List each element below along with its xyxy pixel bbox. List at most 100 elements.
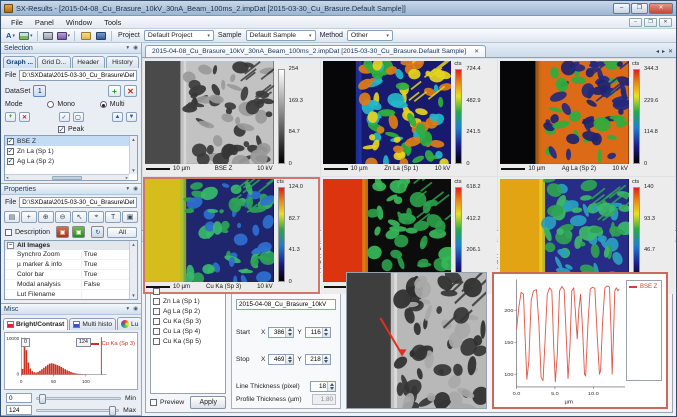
scroll-down-icon[interactable]: ▼: [131, 293, 135, 298]
multi-radio[interactable]: [99, 101, 107, 108]
move-down-button[interactable]: ▼: [126, 112, 137, 122]
stop-x-input[interactable]: [269, 354, 286, 364]
table-row[interactable]: Modal analysis False: [5, 280, 137, 290]
spin-up-icon[interactable]: [287, 328, 292, 332]
mdi-minimize-button[interactable]: –: [629, 17, 642, 27]
mdi-close-button[interactable]: ✕: [659, 17, 672, 27]
checkbox[interactable]: [7, 136, 14, 145]
document-tab[interactable]: 2015-04-08_Cu_Brasure_10kV_30nA_Beam_100…: [145, 45, 487, 57]
text-tool-button[interactable]: T: [105, 211, 122, 223]
line-thickness-stepper[interactable]: [310, 381, 336, 392]
scrollbar-thumb[interactable]: [52, 175, 82, 180]
stop-y-input[interactable]: [305, 354, 322, 364]
preview-checkbox[interactable]: [150, 399, 157, 406]
maximize-button[interactable]: ❐: [631, 2, 648, 14]
spin-up-icon[interactable]: [324, 355, 329, 359]
map-image[interactable]: [145, 61, 274, 164]
pin-icon[interactable]: ◉: [133, 306, 138, 312]
add-dataset-button[interactable]: +: [108, 85, 121, 97]
detector-button[interactable]: ▾: [56, 30, 70, 41]
cursor-button[interactable]: ↖: [71, 211, 88, 223]
collapse-icon[interactable]: ▾: [126, 306, 129, 312]
max-input[interactable]: [6, 405, 32, 415]
start-y-stepper[interactable]: [304, 326, 331, 338]
list-item[interactable]: Ag La (Sp 2): [152, 306, 224, 316]
map-panel-ag-la[interactable]: 10 µm Ag La (Sp 2) 10 kV cts 344.3 229.6 114…: [498, 59, 675, 176]
max-slider[interactable]: [36, 405, 120, 416]
scroll-up-icon[interactable]: ▲: [131, 242, 135, 247]
snapshot-red-button[interactable]: ▣: [56, 226, 70, 238]
min-input[interactable]: [6, 393, 32, 403]
tab-nav-right-button[interactable]: ▸: [662, 48, 665, 55]
slider-thumb[interactable]: [109, 405, 117, 416]
min-marker[interactable]: 0: [21, 338, 31, 347]
method-select[interactable]: Other ▾: [346, 30, 393, 41]
fit-view-button[interactable]: ▣: [122, 211, 138, 223]
vertical-scrollbar[interactable]: ▲ ▼: [129, 241, 137, 299]
checkbox[interactable]: [153, 287, 160, 295]
map-panel-zn-la[interactable]: 10 µm Zn La (Sp 1) 10 kV cts 724.4 482.9 241…: [320, 59, 498, 176]
menu-tools[interactable]: Tools: [98, 17, 127, 28]
properties-file-input[interactable]: [19, 197, 137, 208]
snapshot-green-button[interactable]: ▣: [72, 226, 86, 238]
horizontal-scrollbar[interactable]: ◂ ▸: [5, 174, 129, 180]
export-button[interactable]: ▤: [4, 211, 20, 223]
mono-radio[interactable]: [47, 101, 55, 108]
lock-button[interactable]: [42, 30, 55, 41]
start-x-stepper[interactable]: [268, 326, 295, 338]
pan-button[interactable]: +: [20, 211, 37, 223]
add-item-button[interactable]: +: [5, 112, 16, 122]
list-item[interactable]: Ag La (Sp 2): [5, 156, 137, 166]
remove-dataset-button[interactable]: ✕: [124, 85, 137, 97]
checkbox[interactable]: [153, 307, 160, 315]
scroll-left-icon[interactable]: ◂: [6, 175, 8, 181]
mdi-restore-button[interactable]: ❐: [644, 17, 657, 27]
map-panel-bse-z[interactable]: 10 µm BSE Z 10 kV 254 169.3 84.7 0: [143, 59, 320, 176]
project-select[interactable]: Default Project ▾: [143, 30, 214, 41]
checkbox[interactable]: [153, 327, 160, 335]
list-item[interactable]: Cu Ka (Sp 3): [152, 316, 224, 326]
map-image[interactable]: [500, 178, 629, 282]
zoom-out-button[interactable]: ⊖: [54, 211, 71, 223]
minimize-button[interactable]: –: [613, 2, 630, 14]
menu-panel[interactable]: Panel: [29, 17, 60, 28]
table-row[interactable]: Color bar True: [5, 270, 137, 280]
menu-file[interactable]: File: [5, 17, 29, 28]
min-slider[interactable]: [36, 393, 122, 404]
zoom-in-button[interactable]: ⊕: [37, 211, 54, 223]
tab-close-icon[interactable]: ✕: [474, 48, 479, 55]
collapse-icon[interactable]: ▾: [126, 186, 129, 192]
list-item[interactable]: Cu Ka (Sp 5): [152, 336, 224, 346]
output-file-input[interactable]: [236, 299, 336, 311]
tab-graph[interactable]: Graph ...: [3, 56, 37, 68]
pin-icon[interactable]: ◉: [133, 186, 138, 192]
spin-up-icon[interactable]: [329, 382, 334, 386]
dataset-number-button[interactable]: 1: [33, 85, 47, 97]
refresh-button[interactable]: ↻: [91, 226, 105, 238]
spin-down-icon[interactable]: [324, 360, 329, 363]
peak-checkbox[interactable]: [58, 125, 66, 134]
save-button[interactable]: [94, 30, 107, 41]
scroll-right-icon[interactable]: ▸: [126, 175, 128, 181]
spin-down-icon[interactable]: [324, 332, 329, 336]
pin-icon[interactable]: ◉: [133, 45, 138, 51]
table-row[interactable]: Synchro Zoom True: [5, 250, 137, 260]
profile-plot[interactable]: 100 150 200 0.0 5.0 10.0 µm BSE Z: [492, 272, 668, 409]
list-item[interactable]: BSE Z: [5, 136, 137, 146]
file-path-input[interactable]: [19, 70, 137, 81]
tab-nav-close-button[interactable]: ✕: [668, 48, 673, 55]
tab-bright-contrast[interactable]: Bright/Contrast: [3, 318, 69, 330]
spin-up-icon[interactable]: [324, 328, 329, 332]
checkbox[interactable]: [7, 146, 14, 155]
apply-button[interactable]: Apply: [190, 396, 226, 409]
checkbox[interactable]: [153, 337, 160, 345]
start-x-input[interactable]: [269, 327, 286, 337]
max-marker[interactable]: 124: [75, 338, 91, 347]
vertical-scrollbar[interactable]: ▲ ▼: [129, 136, 137, 174]
tab-nav-left-button[interactable]: ◂: [656, 48, 659, 55]
scroll-up-icon[interactable]: ▲: [131, 137, 135, 142]
map-image[interactable]: [500, 61, 629, 164]
tab-multi-histo[interactable]: Multi histo: [69, 318, 117, 330]
map-image[interactable]: [145, 178, 274, 282]
collapse-icon[interactable]: ▾: [126, 45, 129, 51]
